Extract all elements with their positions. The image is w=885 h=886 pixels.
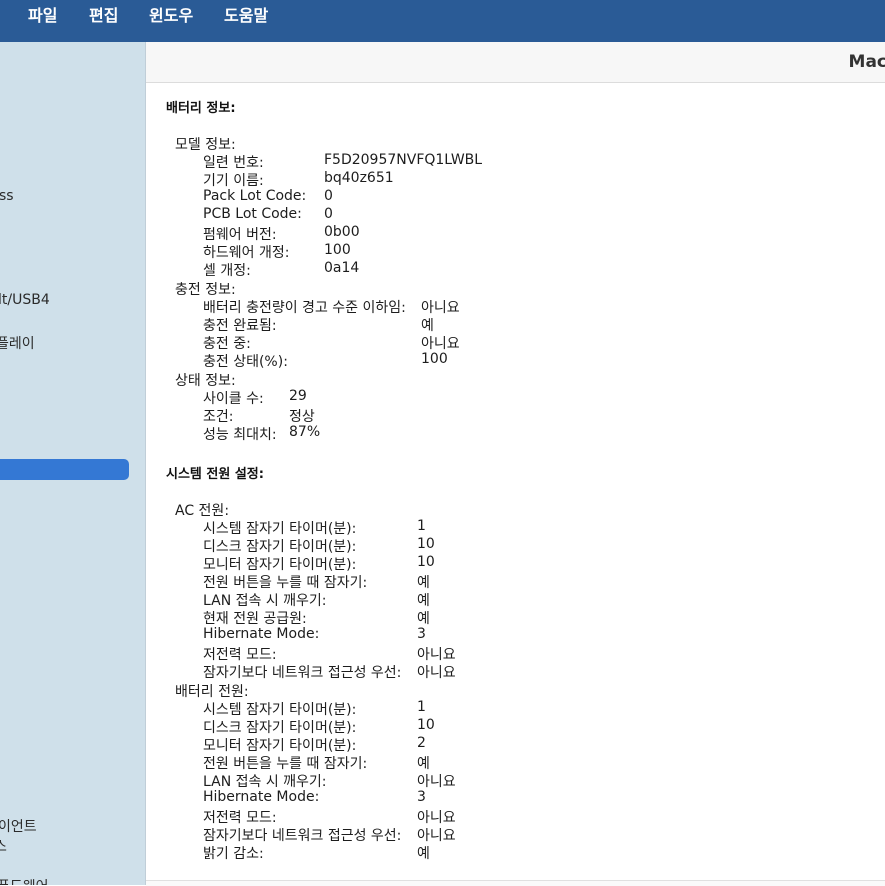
- content-header: Mac: [146, 42, 885, 83]
- sidebar: ss lt/USB4 플레이 이언트 스 퓨드웨어: [0, 42, 146, 885]
- menu-window[interactable]: 윈도우: [149, 2, 193, 26]
- sidebar-item-partial[interactable]: lt/USB4: [0, 292, 50, 308]
- content-pane: Mac 배터리 정보: 모델 정보: 일련 번호: F5D20957NVFQ1LW…: [146, 42, 885, 886]
- power-section-title: 시스템 전원 설정:: [166, 467, 264, 482]
- menu-edit[interactable]: 편집: [89, 2, 118, 26]
- menu-file[interactable]: 파일: [28, 2, 57, 26]
- model-info-label: 모델 정보:: [175, 137, 236, 153]
- battery-section-title: 배터리 정보:: [166, 101, 236, 116]
- sidebar-item-partial[interactable]: 이언트: [0, 816, 37, 836]
- sidebar-item-partial[interactable]: 플레이: [0, 333, 35, 353]
- ac-power-label: AC 전원:: [175, 503, 230, 519]
- health-info-label: 상태 정보:: [175, 373, 236, 389]
- sidebar-item-partial[interactable]: 퓨드웨어: [0, 876, 49, 885]
- sidebar-selected-item[interactable]: [0, 459, 129, 480]
- menu-help[interactable]: 도움말: [224, 2, 268, 26]
- sidebar-item-partial[interactable]: ss: [0, 188, 14, 204]
- sidebar-item-partial[interactable]: 스: [0, 836, 7, 856]
- charge-info-label: 충전 정보:: [175, 282, 236, 298]
- menu-bar: 파일 편집 윈도우 도움말: [0, 0, 885, 42]
- window-title: Mac: [848, 52, 885, 72]
- battery-power-label: 배터리 전원:: [175, 684, 249, 700]
- content-bottom-divider: [146, 880, 885, 886]
